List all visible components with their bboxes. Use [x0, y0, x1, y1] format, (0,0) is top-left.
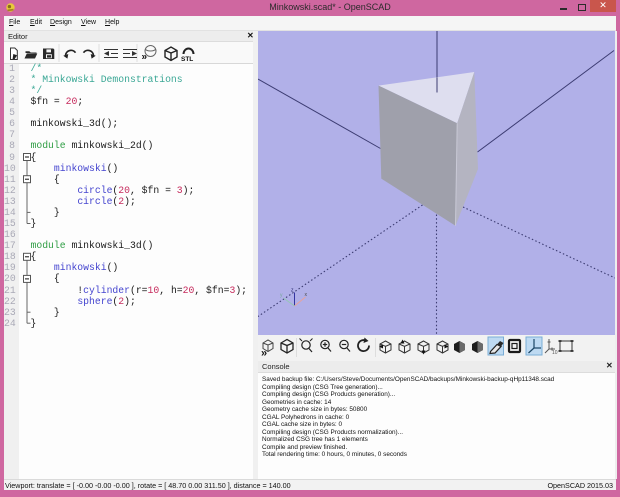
svg-text:»: » [261, 348, 267, 360]
svg-text:y: y [280, 293, 283, 299]
svg-text:»: » [142, 52, 148, 63]
svg-text:x: x [305, 292, 308, 298]
svg-text:10: 10 [552, 350, 558, 356]
